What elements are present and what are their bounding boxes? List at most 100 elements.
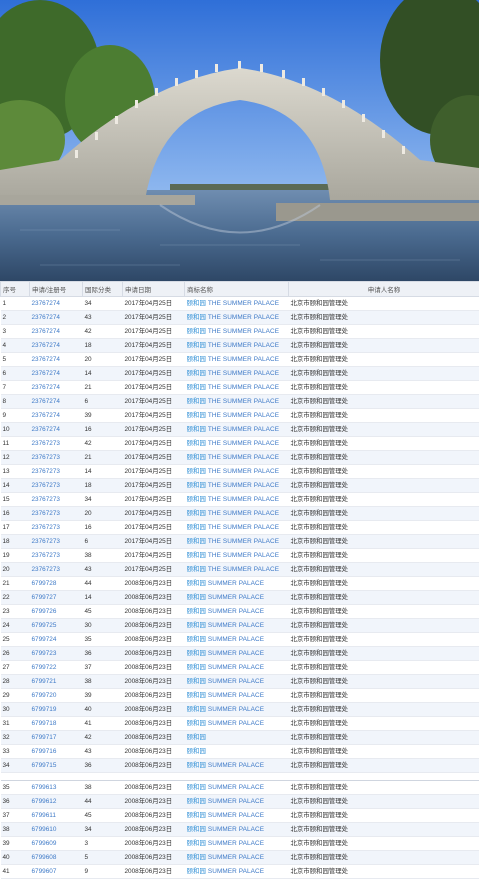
- cell-mark-name[interactable]: 颐和园 THE SUMMER PALACE: [184, 450, 289, 465]
- cell-reg-number[interactable]: 23767273: [29, 562, 83, 577]
- cell-reg-number[interactable]: 23767274: [29, 408, 83, 423]
- cell-reg-number[interactable]: 23767273: [29, 520, 83, 535]
- cell-mark-name[interactable]: 颐和园 SUMMER PALACE: [184, 576, 289, 591]
- cell-reg-number[interactable]: 6799610: [29, 822, 83, 837]
- table-row[interactable]: 24 6799725 30 2008年06月23日 颐和园 SUMMER PALACE 北…: [0, 618, 479, 633]
- cell-mark-name[interactable]: 颐和园 THE SUMMER PALACE: [184, 534, 289, 549]
- cell-mark-name[interactable]: 颐和园 THE SUMMER PALACE: [184, 408, 289, 423]
- cell-mark-name[interactable]: 颐和园 THE SUMMER PALACE: [184, 492, 289, 507]
- cell-mark-name[interactable]: 颐和园 THE SUMMER PALACE: [184, 338, 289, 353]
- cell-reg-number[interactable]: 23767274: [29, 394, 83, 409]
- cell-reg-number[interactable]: 23767273: [29, 464, 83, 479]
- table-row[interactable]: 28 6799721 38 2008年06月23日 颐和园 SUMMER PALACE 北…: [0, 674, 479, 689]
- cell-reg-number[interactable]: 6799718: [29, 716, 83, 731]
- cell-mark-name[interactable]: 颐和园 THE SUMMER PALACE: [184, 324, 289, 339]
- cell-reg-number[interactable]: 6799727: [29, 590, 83, 605]
- table-row[interactable]: 39 6799609 3 2008年06月23日 颐和园 SUMMER PALACE 北京…: [0, 836, 479, 851]
- header-class[interactable]: 国际分类: [82, 281, 123, 297]
- cell-mark-name[interactable]: 颐和园 SUMMER PALACE: [184, 660, 289, 675]
- table-row[interactable]: 30 6799719 40 2008年06月23日 颐和园 SUMMER PALACE 北…: [0, 702, 479, 717]
- table-row[interactable]: 38 6799610 34 2008年06月23日 颐和园 SUMMER PALACE 北…: [0, 822, 479, 837]
- cell-reg-number[interactable]: 23767273: [29, 506, 83, 521]
- table-row[interactable]: 26 6799723 36 2008年06月23日 颐和园 SUMMER PALACE 北…: [0, 646, 479, 661]
- cell-reg-number[interactable]: 6799613: [29, 780, 83, 795]
- table-row[interactable]: 11 23767273 42 2017年04月25日 颐和园 THE SUMMER PA…: [0, 436, 479, 451]
- table-row[interactable]: 33 6799716 43 2008年06月23日 颐和园 北京市颐和园管理处: [0, 744, 479, 759]
- cell-mark-name[interactable]: 颐和园 THE SUMMER PALACE: [184, 422, 289, 437]
- cell-mark-name[interactable]: 颐和园 THE SUMMER PALACE: [184, 366, 289, 381]
- table-row[interactable]: 34 6799715 36 2008年06月23日 颐和园 SUMMER PALACE 北…: [0, 758, 479, 773]
- cell-mark-name[interactable]: 颐和园 SUMMER PALACE: [184, 864, 289, 879]
- cell-mark-name[interactable]: 颐和园 SUMMER PALACE: [184, 716, 289, 731]
- table-row[interactable]: 22 6799727 14 2008年06月23日 颐和园 SUMMER PALACE 北…: [0, 590, 479, 605]
- cell-reg-number[interactable]: 6799722: [29, 660, 83, 675]
- cell-reg-number[interactable]: 23767273: [29, 534, 83, 549]
- table-row[interactable]: 15 23767273 34 2017年04月25日 颐和园 THE SUMMER PA…: [0, 492, 479, 507]
- table-row[interactable]: 12 23767273 21 2017年04月25日 颐和园 THE SUMMER PA…: [0, 450, 479, 465]
- table-row[interactable]: 9 23767274 39 2017年04月25日 颐和园 THE SUMMER PAL…: [0, 408, 479, 423]
- table-row[interactable]: 18 23767273 6 2017年04月25日 颐和园 THE SUMMER PAL…: [0, 534, 479, 549]
- cell-reg-number[interactable]: 6799608: [29, 850, 83, 865]
- cell-reg-number[interactable]: 6799717: [29, 730, 83, 745]
- header-date[interactable]: 申请日期: [122, 281, 185, 297]
- cell-mark-name[interactable]: 颐和园 SUMMER PALACE: [184, 850, 289, 865]
- header-mark-name[interactable]: 商标名称: [184, 281, 289, 297]
- cell-mark-name[interactable]: 颐和园 THE SUMMER PALACE: [184, 394, 289, 409]
- table-row[interactable]: 17 23767273 16 2017年04月25日 颐和园 THE SUMMER PA…: [0, 520, 479, 535]
- cell-reg-number[interactable]: 23767274: [29, 310, 83, 325]
- table-row[interactable]: 16 23767273 20 2017年04月25日 颐和园 THE SUMMER PA…: [0, 506, 479, 521]
- table-row[interactable]: 19 23767273 38 2017年04月25日 颐和园 THE SUMMER PA…: [0, 548, 479, 563]
- cell-mark-name[interactable]: 颐和园 THE SUMMER PALACE: [184, 520, 289, 535]
- cell-mark-name[interactable]: 颐和园 SUMMER PALACE: [184, 688, 289, 703]
- table-row[interactable]: 14 23767273 18 2017年04月25日 颐和园 THE SUMMER PA…: [0, 478, 479, 493]
- cell-mark-name[interactable]: 颐和园 THE SUMMER PALACE: [184, 296, 289, 311]
- table-row[interactable]: 8 23767274 6 2017年04月25日 颐和园 THE SUMMER PALA…: [0, 394, 479, 409]
- cell-mark-name[interactable]: 颐和园: [184, 730, 289, 745]
- cell-reg-number[interactable]: 23767274: [29, 338, 83, 353]
- cell-reg-number[interactable]: 23767273: [29, 492, 83, 507]
- cell-mark-name[interactable]: 颐和园 SUMMER PALACE: [184, 604, 289, 619]
- header-reg-number[interactable]: 申请/注册号: [29, 281, 83, 297]
- cell-mark-name[interactable]: 颐和园 SUMMER PALACE: [184, 822, 289, 837]
- table-row[interactable]: 21 6799728 44 2008年06月23日 颐和园 SUMMER PALACE 北…: [0, 576, 479, 591]
- cell-reg-number[interactable]: 6799728: [29, 576, 83, 591]
- cell-reg-number[interactable]: 6799720: [29, 688, 83, 703]
- table-row[interactable]: 37 6799611 45 2008年06月23日 颐和园 SUMMER PALACE 北…: [0, 808, 479, 823]
- cell-reg-number[interactable]: 23767274: [29, 324, 83, 339]
- cell-reg-number[interactable]: 6799611: [29, 808, 83, 823]
- cell-mark-name[interactable]: 颐和园 THE SUMMER PALACE: [184, 548, 289, 563]
- cell-reg-number[interactable]: 6799726: [29, 604, 83, 619]
- table-row[interactable]: 7 23767274 21 2017年04月25日 颐和园 THE SUMMER PAL…: [0, 380, 479, 395]
- cell-reg-number[interactable]: 6799725: [29, 618, 83, 633]
- cell-mark-name[interactable]: 颐和园 THE SUMMER PALACE: [184, 352, 289, 367]
- cell-mark-name[interactable]: 颐和园 SUMMER PALACE: [184, 808, 289, 823]
- table-row[interactable]: 35 6799613 38 2008年06月23日 颐和园 SUMMER PALACE 北…: [0, 780, 479, 795]
- table-row[interactable]: 27 6799722 37 2008年06月23日 颐和园 SUMMER PALACE 北…: [0, 660, 479, 675]
- cell-reg-number[interactable]: 23767274: [29, 352, 83, 367]
- cell-mark-name[interactable]: 颐和园 SUMMER PALACE: [184, 632, 289, 647]
- table-row[interactable]: 29 6799720 39 2008年06月23日 颐和园 SUMMER PALACE 北…: [0, 688, 479, 703]
- cell-reg-number[interactable]: 23767273: [29, 548, 83, 563]
- table-row[interactable]: 40 6799608 5 2008年06月23日 颐和园 SUMMER PALACE 北京…: [0, 850, 479, 865]
- cell-mark-name[interactable]: 颐和园 SUMMER PALACE: [184, 674, 289, 689]
- table-row[interactable]: 32 6799717 42 2008年06月23日 颐和园 北京市颐和园管理处: [0, 730, 479, 745]
- cell-mark-name[interactable]: 颐和园 SUMMER PALACE: [184, 618, 289, 633]
- cell-mark-name[interactable]: 颐和园 THE SUMMER PALACE: [184, 310, 289, 325]
- table-row[interactable]: 6 23767274 14 2017年04月25日 颐和园 THE SUMMER PAL…: [0, 366, 479, 381]
- cell-mark-name[interactable]: 颐和园 THE SUMMER PALACE: [184, 464, 289, 479]
- cell-reg-number[interactable]: 6799716: [29, 744, 83, 759]
- table-row[interactable]: 1 23767274 34 2017年04月25日 颐和园 THE SUMMER PAL…: [0, 296, 479, 311]
- cell-reg-number[interactable]: 6799719: [29, 702, 83, 717]
- cell-reg-number[interactable]: 23767274: [29, 296, 83, 311]
- cell-reg-number[interactable]: 6799715: [29, 758, 83, 773]
- cell-reg-number[interactable]: 23767274: [29, 380, 83, 395]
- table-row[interactable]: 3 23767274 42 2017年04月25日 颐和园 THE SUMMER PAL…: [0, 324, 479, 339]
- cell-mark-name[interactable]: 颐和园 SUMMER PALACE: [184, 702, 289, 717]
- cell-reg-number[interactable]: 6799612: [29, 794, 83, 809]
- cell-reg-number[interactable]: 23767274: [29, 422, 83, 437]
- cell-mark-name[interactable]: 颐和园 SUMMER PALACE: [184, 836, 289, 851]
- cell-mark-name[interactable]: 颐和园 THE SUMMER PALACE: [184, 506, 289, 521]
- header-applicant[interactable]: 申请人名称: [288, 281, 479, 297]
- cell-reg-number[interactable]: 23767273: [29, 450, 83, 465]
- table-row[interactable]: 25 6799724 35 2008年06月23日 颐和园 SUMMER PALACE 北…: [0, 632, 479, 647]
